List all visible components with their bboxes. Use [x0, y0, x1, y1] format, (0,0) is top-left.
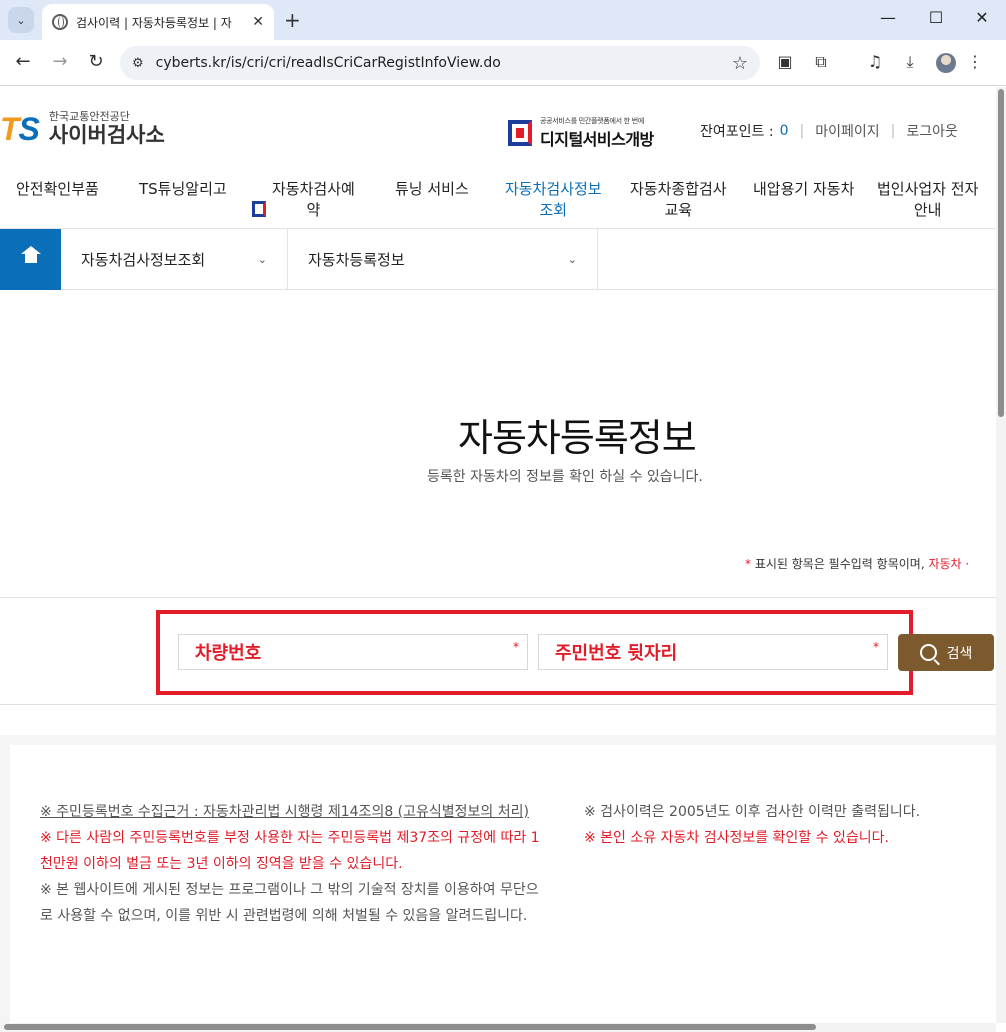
gnb-item-corporate[interactable]: 법인사업자 전자 안내: [877, 179, 978, 221]
divider: |: [799, 123, 805, 139]
car-number-input[interactable]: 차량번호 *: [178, 634, 528, 670]
notice-left: ※ 주민등록번호 수집근거 : 자동차관리법 시행령 제14조의8 (고유식별정…: [40, 799, 540, 929]
digital-service-caption: 공공서비스를 민간플랫폼에서 한 번에: [540, 117, 645, 125]
breadcrumb-level1-label: 자동차검사정보조회: [81, 251, 206, 269]
notice-box: ※ 주민등록번호 수집근거 : 자동차관리법 시행령 제14조의8 (고유식별정…: [10, 745, 996, 1023]
new-tab-button[interactable]: +: [284, 8, 301, 32]
window-close-icon[interactable]: ✕: [970, 8, 994, 27]
profile-avatar[interactable]: [936, 53, 956, 73]
breadcrumb-level2-label: 자동차등록정보: [308, 251, 405, 269]
digital-service-title: 디지털서비스개방: [540, 130, 654, 149]
horizontal-scrollbar[interactable]: [0, 1023, 996, 1032]
points-label: 잔여포인트 :: [700, 124, 774, 140]
reload-icon[interactable]: ↻: [84, 51, 108, 72]
notice-history-range: ※ 검사이력은 2005년도 이후 검사한 이력만 출력됩니다.: [584, 804, 921, 820]
download-icon[interactable]: ⤓: [899, 52, 921, 72]
resident-number-placeholder: 주민번호 뒷자리: [555, 643, 678, 664]
search-button[interactable]: 검색: [898, 634, 994, 671]
globe-icon: [52, 14, 68, 30]
breadcrumb: 자동차검사정보조회 ⌄ 자동차등록정보 ⌄: [0, 229, 996, 290]
gnb-item-inspection-reservation[interactable]: 자동차검사예 약: [252, 179, 355, 221]
menu-kebab-icon[interactable]: ⋮: [964, 52, 986, 71]
search-button-label: 검색: [946, 645, 973, 662]
site-logo[interactable]: TS 한국교통안전공단 사이버검사소: [0, 110, 165, 148]
main-navigation: 안전확인부품 TS튜닝알리고 자동차검사예 약 튜닝 서비스 자동차검사정보 조…: [0, 179, 996, 229]
vertical-scrollbar[interactable]: [996, 87, 1006, 1023]
sidebar-icon[interactable]: ▣: [774, 52, 796, 71]
required-asterisk: *: [873, 640, 879, 654]
minimize-icon[interactable]: —: [876, 8, 900, 27]
site-name: 사이버검사소: [48, 123, 165, 147]
logout-link[interactable]: 로그아웃: [906, 121, 958, 141]
tab-title: 검사이력 | 자동차등록정보 | 자: [76, 15, 232, 30]
page-title: 자동차등록정보: [458, 416, 697, 460]
notice-penalty: ※ 다른 사람의 주민등록번호를 부정 사용한 자는 주민등록법 제37조의 규…: [40, 830, 540, 872]
forward-arrow-icon[interactable]: →: [48, 51, 72, 72]
digital-service-logo-icon: [252, 201, 266, 217]
gnb-item-ts-tuning[interactable]: TS튜닝알리고: [139, 179, 227, 200]
bookmark-star-icon[interactable]: ☆: [732, 53, 748, 74]
home-icon: [20, 245, 41, 267]
resident-number-input[interactable]: 주민번호 뒷자리 *: [538, 634, 888, 670]
notice-section: ※ 주민등록번호 수집근거 : 자동차관리법 시행령 제14조의8 (고유식별정…: [0, 735, 996, 1023]
home-button[interactable]: [0, 229, 61, 290]
chevron-down-icon: ⌄: [257, 253, 267, 266]
extensions-icon[interactable]: ⧉: [810, 52, 832, 72]
chevron-down-icon: ⌄: [16, 13, 26, 27]
browser-tab[interactable]: 검사이력 | 자동차등록정보 | 자 ✕: [42, 4, 274, 40]
horizontal-scrollbar-thumb[interactable]: [4, 1024, 816, 1030]
gnb-item-inspection-info[interactable]: 자동차검사정보 조회: [505, 179, 602, 221]
notice-right: ※ 검사이력은 2005년도 이후 검사한 이력만 출력됩니다. ※ 본인 소유…: [584, 799, 984, 851]
url-text[interactable]: cyberts.kr/is/cri/cri/readIsCriCarRegist…: [156, 55, 732, 71]
digital-service-logo-icon: [508, 120, 532, 146]
site-info-icon[interactable]: ⚙: [132, 56, 144, 71]
browser-toolbar: ← → ↻ ⚙ cyberts.kr/is/cri/cri/readIsCriC…: [0, 40, 1006, 86]
vertical-scrollbar-thumb[interactable]: [998, 89, 1004, 417]
maximize-icon[interactable]: ☐: [924, 8, 948, 27]
gnb-item-tuning-service[interactable]: 튜닝 서비스: [395, 179, 469, 200]
required-notice: * 표시된 항목은 필수입력 항목이며, 자동차 ·: [745, 555, 969, 572]
notice-own-vehicle: ※ 본인 소유 자동차 검사정보를 확인할 수 있습니다.: [584, 830, 889, 846]
notice-legal-basis: ※ 주민등록번호 수집근거 : 자동차관리법 시행령 제14조의8 (고유식별정…: [40, 804, 529, 820]
required-text: 표시된 항목은 필수입력 항목이며,: [751, 557, 929, 571]
divider: |: [890, 123, 896, 139]
breadcrumb-level1-dropdown[interactable]: 자동차검사정보조회 ⌄: [61, 229, 288, 290]
car-number-placeholder: 차량번호: [195, 643, 262, 664]
mypage-link[interactable]: 마이페이지: [815, 121, 879, 141]
gnb-item-pressure-vessel[interactable]: 내압용기 자동차: [753, 179, 854, 200]
page-viewport: TS 한국교통안전공단 사이버검사소 공공서비스를 민간플랫폼에서 한 번에 디…: [0, 87, 996, 1023]
search-form: 차량번호 * 주민번호 뒷자리 * 검색: [0, 597, 996, 705]
media-control-icon[interactable]: ♫: [864, 52, 886, 71]
gnb-item-label: 자동차검사예 약: [272, 180, 355, 219]
points-value: 0: [779, 123, 789, 139]
org-name: 한국교통안전공단: [48, 110, 130, 123]
required-tail: 자동차 ·: [928, 557, 970, 571]
required-asterisk: *: [513, 640, 519, 654]
notice-copyright: ※ 본 웹사이트에 게시된 정보는 프로그램이나 그 밖의 기술적 장치를 이용…: [40, 882, 539, 924]
page-subtitle: 등록한 자동차의 정보를 확인 하실 수 있습니다.: [427, 469, 703, 485]
browser-tab-bar: ⌄ 검사이력 | 자동차등록정보 | 자 ✕ + — ☐ ✕: [0, 0, 1006, 40]
back-arrow-icon[interactable]: ←: [11, 51, 35, 72]
address-bar[interactable]: ⚙ cyberts.kr/is/cri/cri/readIsCriCarRegi…: [120, 46, 760, 80]
gnb-item-inspection-education[interactable]: 자동차종합검사 교육: [630, 179, 727, 221]
search-icon: [919, 644, 937, 661]
close-icon[interactable]: ✕: [252, 14, 264, 30]
breadcrumb-level2-dropdown[interactable]: 자동차등록정보 ⌄: [288, 229, 598, 290]
chevron-down-icon: ⌄: [567, 253, 577, 266]
gnb-item-safety-parts[interactable]: 안전확인부품: [16, 179, 99, 200]
digital-service-banner[interactable]: 공공서비스를 민간플랫폼에서 한 번에 디지털서비스개방: [508, 116, 654, 150]
utility-menu: 잔여포인트 : 0 | 마이페이지 | 로그아웃: [700, 121, 958, 141]
tab-search-button[interactable]: ⌄: [8, 7, 34, 33]
ts-logo-mark: TS: [0, 110, 40, 147]
